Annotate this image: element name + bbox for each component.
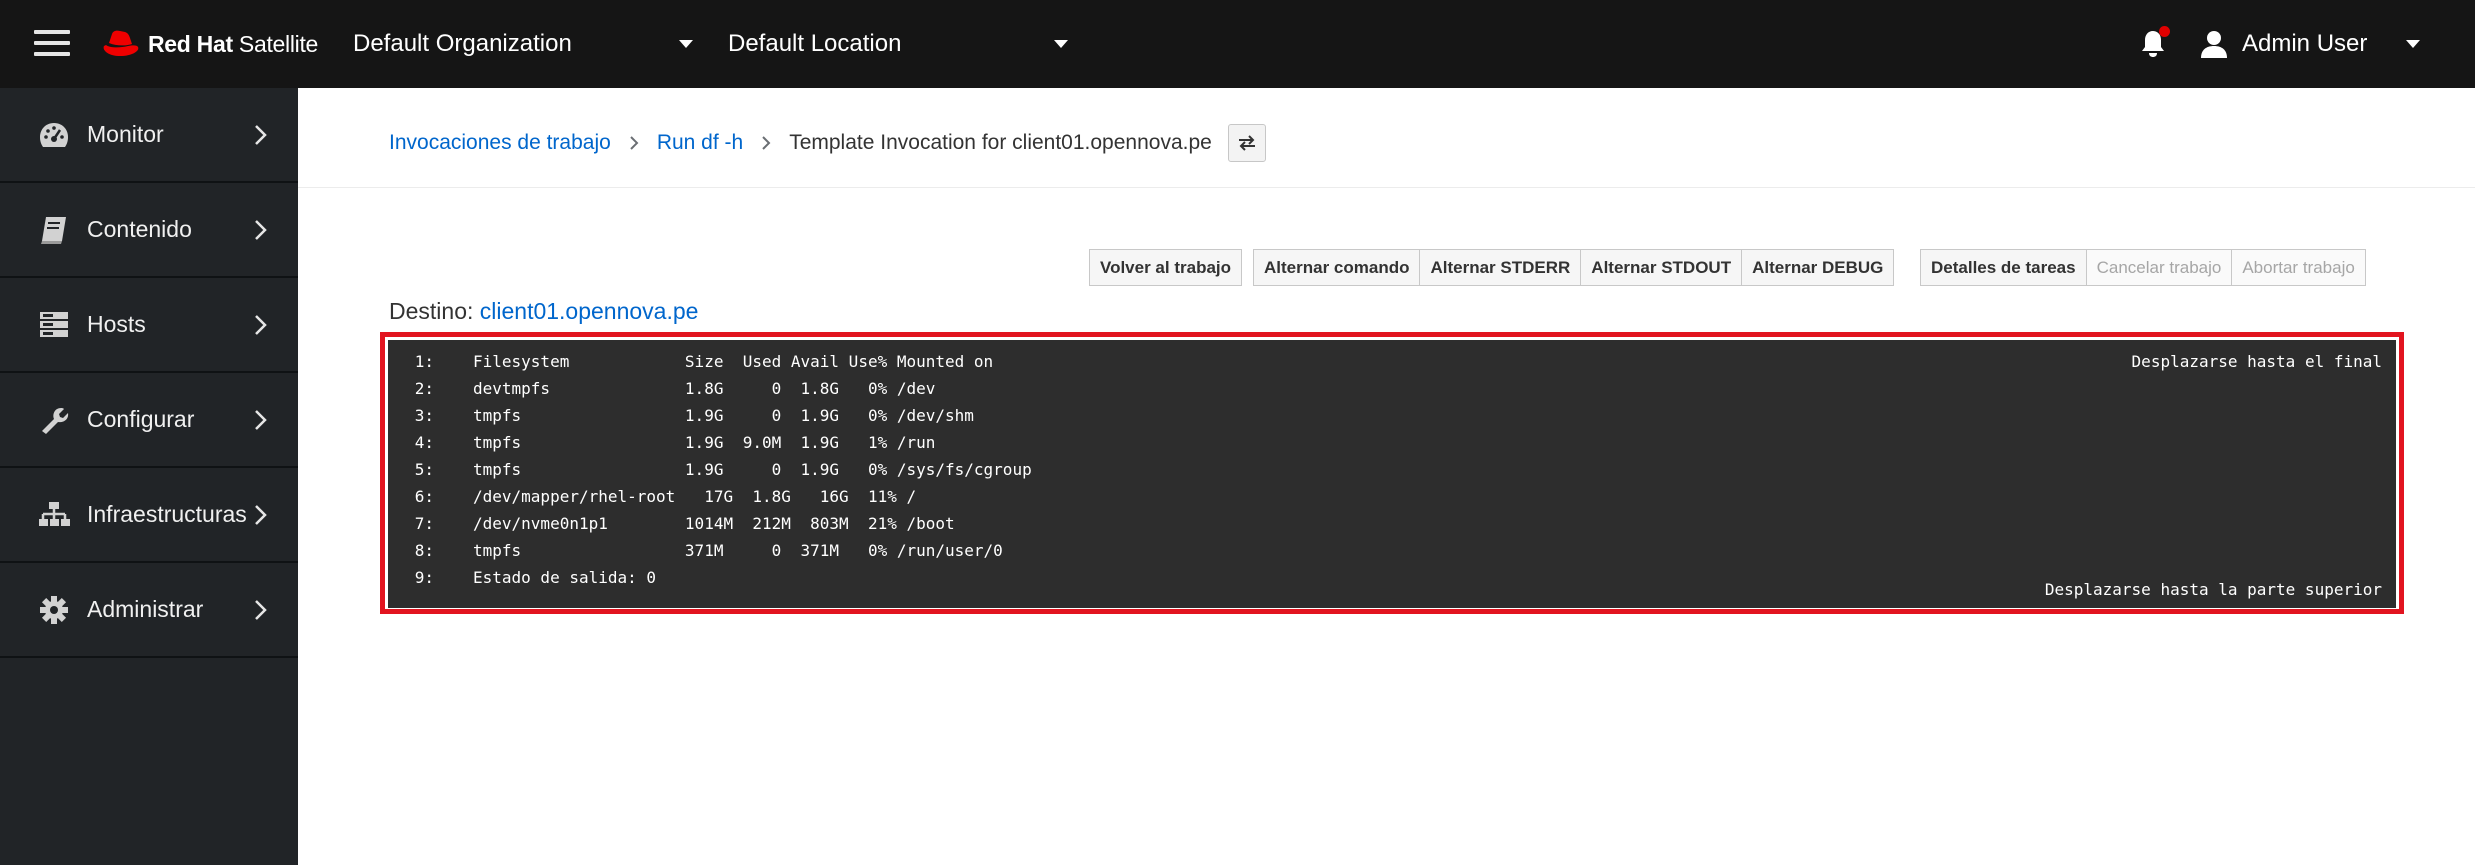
chevron-right-icon: [255, 220, 267, 240]
masthead: Red Hat Satellite Default Organization D…: [0, 0, 2475, 88]
toggle-stderr-button[interactable]: Alternar STDERR: [1420, 249, 1582, 286]
breadcrumb-current: Template Invocation for client01.opennov…: [789, 131, 1212, 154]
sidebar-item-label: Administrar: [87, 596, 204, 622]
sidebar-item-hosts[interactable]: Hosts: [0, 278, 298, 373]
sidebar-item-configurar[interactable]: Configurar: [0, 373, 298, 468]
brand-name: Red Hat Satellite: [148, 30, 319, 57]
sidebar-item-contenido[interactable]: Contenido: [0, 183, 298, 278]
chevron-right-icon: [255, 315, 267, 335]
toolbar-group-toggles: Alternar comando Alternar STDERR Alterna…: [1253, 249, 1895, 286]
chevron-right-icon: [255, 600, 267, 620]
toggle-command-button[interactable]: Alternar comando: [1253, 249, 1421, 286]
breadcrumb-link-job[interactable]: Run df -h: [657, 131, 743, 155]
breadcrumb-bar: Invocaciones de trabajo Run df -h Templa…: [298, 88, 2475, 188]
brand-logo-link[interactable]: Red Hat Satellite: [98, 22, 318, 66]
cancel-job-button[interactable]: Cancelar trabajo: [2086, 249, 2233, 286]
caret-down-icon: [1054, 40, 1068, 48]
user-menu[interactable]: Admin User: [2200, 22, 2420, 66]
notifications-bell-icon[interactable]: [2140, 26, 2170, 60]
output-highlight-frame: 1: Filesystem Size Used Avail Use% Mounte…: [380, 332, 2404, 614]
notification-unread-dot: [2159, 26, 2170, 37]
target-host: Destino: client01.opennova.pe: [389, 298, 698, 325]
scroll-to-bottom-link[interactable]: Desplazarse hasta el final: [2132, 348, 2382, 375]
server-icon: [40, 312, 68, 337]
location-label: Default Location: [728, 30, 902, 57]
red-hat-logo-icon: [103, 30, 139, 56]
hamburger-menu-icon[interactable]: [34, 28, 70, 58]
chevron-right-icon: [762, 136, 771, 150]
toggle-stdout-button[interactable]: Alternar STDOUT: [1581, 249, 1743, 286]
back-to-job-button[interactable]: Volver al trabajo: [1089, 249, 1243, 286]
organization-selector[interactable]: Default Organization: [353, 22, 693, 66]
caret-down-icon: [679, 40, 693, 48]
sidebar-item-administrar[interactable]: Administrar: [0, 563, 298, 658]
target-host-link[interactable]: client01.opennova.pe: [480, 298, 699, 324]
target-label: Destino:: [389, 298, 474, 324]
chevron-right-icon: [630, 136, 639, 150]
sidebar-item-infraestructuras[interactable]: Infraestructuras: [0, 468, 298, 563]
sidebar-item-label: Hosts: [87, 311, 146, 337]
gear-icon: [40, 596, 68, 624]
main-content: Invocaciones de trabajo Run df -h Templa…: [298, 88, 2475, 865]
switcher-button[interactable]: [1227, 124, 1266, 162]
breadcrumb: Invocaciones de trabajo Run df -h Templa…: [389, 124, 1266, 162]
organization-label: Default Organization: [353, 30, 572, 57]
wrench-icon: [42, 408, 69, 434]
sidebar-item-label: Configurar: [87, 406, 195, 432]
sidebar-item-label: Contenido: [87, 216, 192, 242]
exchange-icon: [1238, 135, 1255, 151]
dashboard-gauge-icon: [40, 123, 68, 147]
sidebar-item-label: Infraestructuras: [87, 501, 247, 527]
sidebar-item-monitor[interactable]: Monitor: [0, 88, 298, 183]
chevron-right-icon: [255, 410, 267, 430]
chevron-right-icon: [255, 125, 267, 145]
task-details-button[interactable]: Detalles de tareas: [1920, 249, 2087, 286]
scroll-to-top-link[interactable]: Desplazarse hasta la parte superior: [2045, 576, 2382, 603]
toolbar-group-task: Detalles de tareas Cancelar trabajo Abor…: [1920, 249, 2366, 286]
sidebar-item-label: Monitor: [87, 121, 164, 147]
toolbar-group-back: Volver al trabajo: [1089, 249, 1243, 286]
toggle-debug-button[interactable]: Alternar DEBUG: [1742, 249, 1895, 286]
abort-job-button[interactable]: Abortar trabajo: [2232, 249, 2366, 286]
breadcrumb-link-job-invocations[interactable]: Invocaciones de trabajo: [389, 131, 611, 155]
network-icon: [39, 502, 70, 526]
user-icon: [2201, 31, 2227, 58]
book-icon: [41, 217, 66, 244]
chevron-right-icon: [255, 505, 267, 525]
job-output-terminal: 1: Filesystem Size Used Avail Use% Mounte…: [388, 340, 2396, 608]
user-name: Admin User: [2242, 30, 2368, 57]
location-selector[interactable]: Default Location: [728, 22, 1068, 66]
caret-down-icon: [2406, 40, 2420, 48]
sidebar-nav: Monitor Contenido Hosts Configurar Infra…: [0, 88, 298, 865]
